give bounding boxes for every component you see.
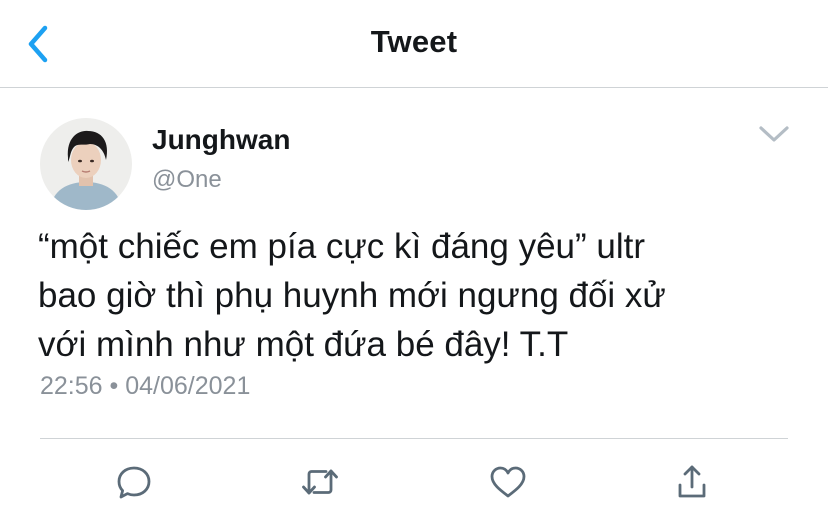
heart-icon — [490, 466, 526, 498]
tweet-text-line: với mình như một đứa bé đây! T.T — [38, 325, 569, 364]
timestamp-separator: • — [109, 372, 119, 400]
tweet-text-line: “một chiếc em pía cực kì đáng yêu” ultr — [38, 227, 645, 266]
tweet-date: 04/06/2021 — [125, 372, 251, 400]
share-button[interactable] — [672, 462, 712, 502]
tweet-options-button[interactable] — [754, 116, 794, 152]
retweet-button[interactable] — [300, 462, 340, 502]
tweet-time: 22:56 — [40, 372, 103, 400]
tweet-text-line: bao giờ thì phụ huynh mới ngưng đối xử — [38, 276, 666, 315]
divider — [40, 438, 788, 439]
page-title: Tweet — [370, 24, 458, 59]
author-name[interactable]: Junghwan — [152, 124, 290, 156]
author-handle[interactable]: @One — [152, 166, 222, 194]
share-icon — [678, 465, 706, 498]
chevron-down-icon — [759, 126, 789, 142]
avatar[interactable] — [40, 118, 132, 210]
tweet-timestamp: 22:56 • 04/06/2021 — [40, 372, 250, 401]
retweet-icon — [302, 469, 338, 495]
nav-bar: Tweet — [0, 0, 828, 88]
avatar-image — [40, 118, 132, 210]
tweet-text: “một chiếc em pía cực kì đáng yêu” ultr … — [38, 222, 808, 369]
reply-button[interactable] — [114, 462, 154, 502]
reply-icon — [117, 466, 151, 499]
like-button[interactable] — [488, 462, 528, 502]
